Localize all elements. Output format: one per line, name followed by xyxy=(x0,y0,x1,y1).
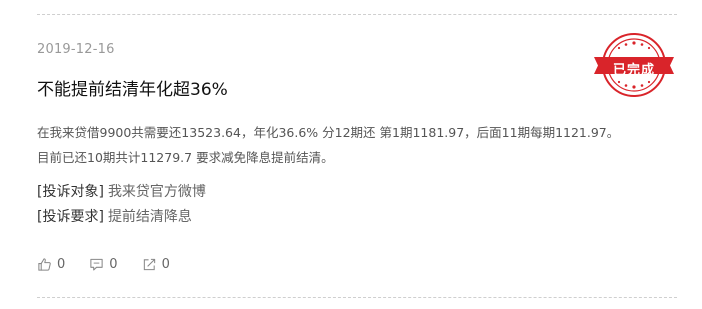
comment-icon xyxy=(90,258,103,271)
like-count: 0 xyxy=(57,257,66,272)
share-count: 0 xyxy=(161,257,170,272)
content-line: 在我来贷借9900共需要还13523.64，年化36.6% 分12期还 第1期1… xyxy=(37,125,620,140)
complaint-request-label: [投诉要求] xyxy=(37,209,104,225)
top-divider xyxy=(37,14,677,15)
post-date: 2019-12-16 xyxy=(37,42,115,57)
content-line: 目前已还10期共计11279.7 要求减免降息提前结清。 xyxy=(37,150,334,165)
completed-stamp: 已完成 xyxy=(591,30,677,100)
post-title[interactable]: 不能提前结清年化超36% xyxy=(37,75,228,100)
complaint-request-value: 提前结清降息 xyxy=(107,209,192,225)
post-actions: 0 0 0 xyxy=(37,257,194,272)
complaint-target-value[interactable]: 我来贷官方微博 xyxy=(108,184,206,200)
stamp-label: 已完成 xyxy=(612,63,655,78)
complaint-target-label: [投诉对象] xyxy=(37,184,104,200)
bottom-divider xyxy=(37,297,677,298)
thumbs-up-icon xyxy=(38,258,51,271)
share-button[interactable]: 0 xyxy=(142,257,170,272)
share-icon xyxy=(143,258,155,271)
comment-button[interactable]: 0 xyxy=(89,257,118,272)
post-content: 在我来贷借9900共需要还13523.64，年化36.6% 分12期还 第1期1… xyxy=(37,120,677,170)
complaint-request: [投诉要求] 提前结清降息 xyxy=(37,206,192,226)
like-button[interactable]: 0 xyxy=(37,257,65,272)
complaint-target: [投诉对象] 我来贷官方微博 xyxy=(37,181,206,201)
comment-count: 0 xyxy=(109,257,118,272)
